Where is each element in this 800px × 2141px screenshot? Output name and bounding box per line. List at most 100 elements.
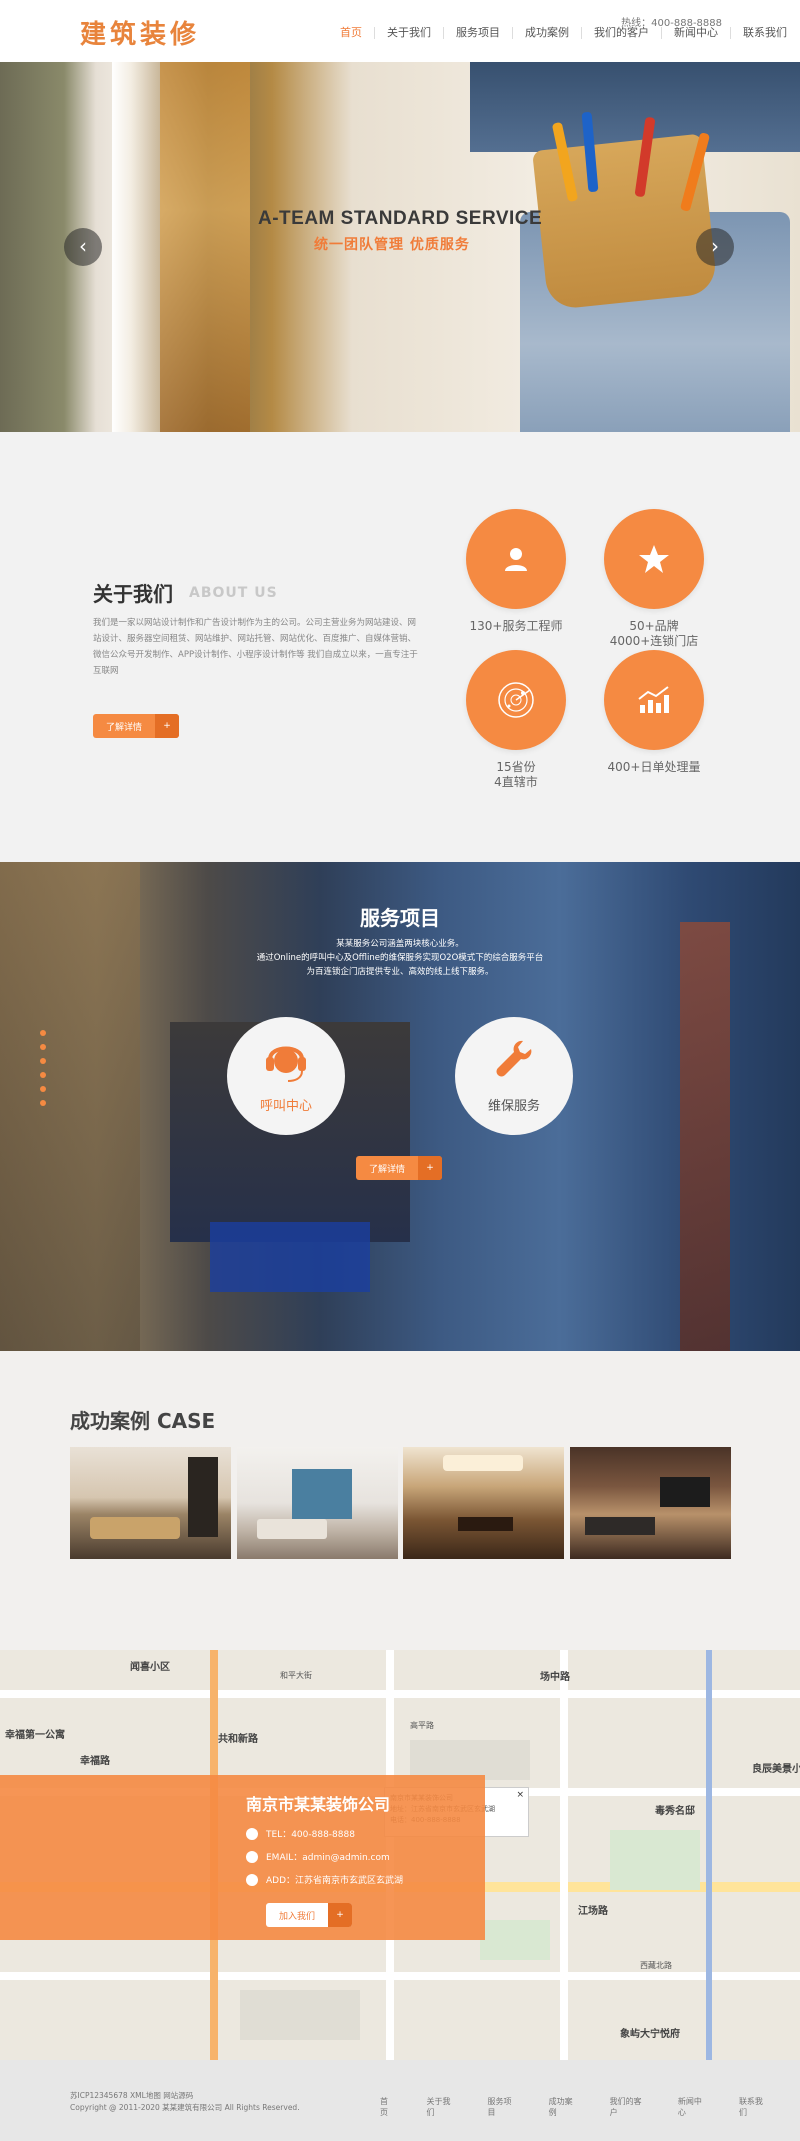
stat-provinces: 15省份 4直辖市 — [466, 650, 566, 790]
map-label: 幸福第一公寓 — [5, 1730, 65, 1741]
case-image[interactable] — [403, 1447, 564, 1559]
services-description: 某某服务公司涵盖两块核心业务。 通过Online的呼叫中心及Offline的维保… — [230, 937, 570, 979]
map-road — [560, 1650, 568, 2060]
footer-nav-news[interactable]: 新闻中心 — [678, 2096, 707, 2118]
site-logo[interactable]: 建筑装修 — [80, 14, 200, 51]
services-title: 服务项目 — [360, 906, 440, 930]
footer-copyright: Copyright @ 2011-2020 某某建筑有限公司 All Right… — [70, 2103, 300, 2112]
stat-engineers: 130+服务工程师 — [466, 509, 566, 634]
nav-item-cases[interactable]: 成功案例 — [512, 27, 581, 39]
banner-bg-wood — [160, 62, 250, 432]
map-label: 幸福路 — [80, 1756, 110, 1767]
banner-bg-shirt — [470, 62, 800, 152]
plus-icon: + — [328, 1903, 353, 1927]
nav-item-contact[interactable]: 联系我们 — [730, 27, 799, 39]
contact-panel: 南京市某某装饰公司 TEL：400-888-8888 EMAIL：admin@a… — [0, 1775, 485, 1940]
service-label: 维保服务 — [487, 1099, 540, 1114]
case-sofa — [90, 1517, 180, 1539]
footer-nav-clients[interactable]: 我们的客户 — [610, 2096, 646, 2118]
footer-nav: 首页 关于我们 服务项目 成功案例 我们的客户 新闻中心 联系我们 — [380, 2096, 800, 2118]
map-label: 共和新路 — [218, 1734, 258, 1745]
close-icon[interactable]: × — [516, 1790, 524, 1801]
button-label: 加入我们 — [279, 1911, 316, 1922]
slide-dot[interactable] — [40, 1058, 46, 1064]
location-icon — [246, 1873, 258, 1886]
service-call-center[interactable]: 呼叫中心 — [227, 1017, 345, 1135]
slide-dot[interactable] — [40, 1072, 46, 1078]
nav-item-about[interactable]: 关于我们 — [374, 27, 443, 39]
footer-icp[interactable]: 苏ICP12345678 XML地图 网站源码 — [70, 2090, 300, 2102]
star-icon — [604, 509, 704, 609]
case-sofa — [585, 1517, 655, 1535]
footer-nav-cases[interactable]: 成功案例 — [549, 2096, 578, 2118]
case-ceiling-light — [443, 1455, 523, 1471]
footer-info: 苏ICP12345678 XML地图 网站源码 Copyright @ 2011… — [70, 2090, 300, 2114]
chevron-left-icon[interactable]: ‹ — [64, 228, 102, 266]
nav-item-services[interactable]: 服务项目 — [443, 27, 512, 39]
service-maintenance[interactable]: 维保服务 — [455, 1017, 573, 1135]
map-label: 象屿大宁悦府 — [620, 2029, 680, 2040]
about-section: 关于我们 ABOUT US 我们是一家以网站设计制作和广告设计制作为主的公司。公… — [0, 432, 800, 862]
wrench-icon — [496, 1040, 532, 1077]
footer-nav-about[interactable]: 关于我们 — [427, 2096, 456, 2118]
stat-brands: 50+品牌 4000+连锁门店 — [604, 509, 704, 649]
slide-dot[interactable] — [40, 1030, 46, 1036]
stat-orders: 400+日单处理量 — [604, 650, 704, 775]
join-us-button[interactable]: 加入我们 + — [266, 1903, 353, 1927]
map-label: 西藏北路 — [640, 1961, 672, 1970]
footer-nav-home[interactable]: 首页 — [380, 2096, 395, 2118]
services-bg-building — [0, 862, 140, 1351]
contact-tel-text: TEL：400-888-8888 — [266, 1830, 355, 1840]
plus-icon: + — [418, 1156, 443, 1180]
map-block — [240, 1990, 360, 2040]
main-nav: 首页 关于我们 服务项目 成功案例 我们的客户 新闻中心 联系我们 — [328, 27, 799, 39]
contact-tel: TEL：400-888-8888 — [246, 1827, 355, 1840]
services-desc-line: 为百连锁企门店提供专业、高效的线上线下服务。 — [306, 967, 494, 977]
chevron-right-icon[interactable]: › — [696, 228, 734, 266]
map-rail — [706, 1650, 712, 2060]
about-more-button[interactable]: 了解详情 + — [93, 714, 180, 738]
map-park — [480, 1920, 550, 1960]
hero-banner: A-TEAM STANDARD SERVICE 统一团队管理 优质服务 ‹ › — [0, 62, 800, 432]
map-road — [0, 1972, 800, 1980]
slide-dot[interactable] — [40, 1100, 46, 1106]
slide-dot[interactable] — [40, 1086, 46, 1092]
cases-title: 成功案例 CASE — [70, 1409, 216, 1433]
site-header: 建筑装修 热线：400-888-8888 首页 关于我们 服务项目 成功案例 我… — [0, 0, 800, 62]
footer-nav-contact[interactable]: 联系我们 — [739, 2096, 768, 2118]
stat-label: 15省份 4直辖市 — [494, 760, 538, 789]
user-icon — [466, 509, 566, 609]
case-image[interactable] — [70, 1447, 231, 1559]
services-bg-billboard — [210, 1222, 370, 1292]
slide-dot[interactable] — [40, 1044, 46, 1050]
nav-item-home[interactable]: 首页 — [328, 27, 374, 39]
banner-bg-door — [112, 62, 160, 432]
map-label: 场中路 — [540, 1672, 570, 1683]
stat-label: 400+日单处理量 — [607, 760, 701, 774]
nav-item-news[interactable]: 新闻中心 — [661, 27, 730, 39]
radar-icon — [466, 650, 566, 750]
contact-email: EMAIL：admin@admin.com — [246, 1850, 390, 1863]
banner-headline: A-TEAM STANDARD SERVICE — [258, 208, 543, 229]
case-sofa — [257, 1519, 327, 1539]
plus-icon: + — [155, 714, 180, 738]
contact-email-text: EMAIL：admin@admin.com — [266, 1853, 390, 1863]
case-image[interactable] — [570, 1447, 731, 1559]
nav-item-clients[interactable]: 我们的客户 — [581, 27, 661, 39]
footer-nav-services[interactable]: 服务项目 — [488, 2096, 517, 2118]
company-name: 南京市某某装饰公司 — [246, 1795, 391, 1814]
map-label: 和平大街 — [280, 1671, 312, 1680]
contact-address: ADD：江苏省南京市玄武区玄武湖 — [246, 1873, 403, 1886]
about-title-en: ABOUT US — [189, 585, 278, 601]
services-more-button[interactable]: 了解详情 + — [356, 1156, 443, 1180]
map-block — [410, 1740, 530, 1780]
mail-icon — [246, 1850, 258, 1863]
map-label: 高平路 — [410, 1721, 434, 1730]
map-section[interactable]: 闻喜小区 和平大街 共和新路 场中路 幸福路 江场路 毒秀名邸 象屿大宁悦府 高… — [0, 1650, 800, 2060]
services-section: 服务项目 某某服务公司涵盖两块核心业务。 通过Online的呼叫中心及Offli… — [0, 862, 800, 1351]
button-label: 了解详情 — [106, 722, 143, 733]
map-label: 江场路 — [578, 1906, 608, 1917]
services-bg-tower — [680, 922, 730, 1351]
cases-section: 成功案例 CASE — [0, 1351, 800, 1650]
case-image[interactable] — [237, 1447, 398, 1559]
